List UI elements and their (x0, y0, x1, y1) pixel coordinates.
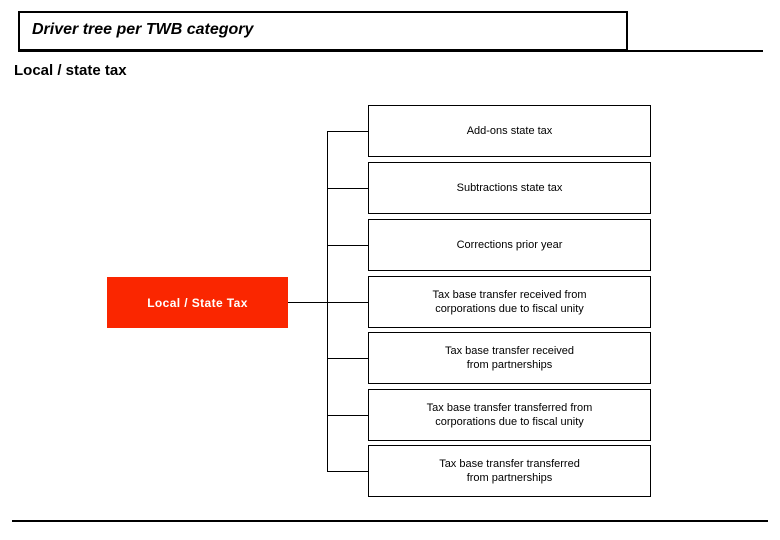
connector-root-to-trunk (288, 302, 328, 303)
tree-node-label: Tax base transfer received from partnersh… (444, 345, 574, 371)
tree-node-label: Tax base transfer transferred from corpor… (426, 402, 593, 428)
tree-node-box[interactable]: Tax base transfer received from partnersh… (368, 332, 651, 384)
tree-node-label: Corrections prior year (456, 239, 563, 251)
header-divider (18, 50, 763, 52)
root-node-local-state-tax[interactable]: Local / State Tax (107, 277, 288, 328)
tree-node-label: Tax base transfer received from corporati… (432, 289, 587, 315)
connector-vertical-trunk (327, 131, 328, 471)
connector-stub-4 (327, 302, 368, 303)
tree-node-box[interactable]: Tax base transfer transferred from partne… (368, 445, 651, 497)
connector-stub-5 (327, 358, 368, 359)
page-title: Driver tree per TWB category (32, 21, 254, 38)
slide-canvas: Driver tree per TWB category Local / sta… (0, 0, 780, 540)
connector-stub-1 (327, 131, 368, 132)
tree-node-box[interactable]: Tax base transfer received from corporati… (368, 276, 651, 328)
subtitle: Local / state tax (14, 62, 127, 79)
tree-node-box[interactable]: Add-ons state tax (368, 105, 651, 157)
tree-node-box[interactable]: Subtractions state tax (368, 162, 651, 214)
tree-node-box[interactable]: Tax base transfer transferred from corpor… (368, 389, 651, 441)
root-node-label: Local / State Tax (147, 295, 248, 310)
connector-stub-2 (327, 188, 368, 189)
tree-node-label: Tax base transfer transferred from partne… (439, 458, 580, 484)
tree-node-box[interactable]: Corrections prior year (368, 219, 651, 271)
footer-divider (12, 520, 768, 522)
tree-node-label: Subtractions state tax (456, 182, 563, 194)
connector-stub-3 (327, 245, 368, 246)
connector-stub-6 (327, 415, 368, 416)
connector-stub-7 (327, 471, 368, 472)
tree-node-label: Add-ons state tax (466, 125, 553, 137)
title-placeholder: Driver tree per TWB category (18, 11, 628, 51)
